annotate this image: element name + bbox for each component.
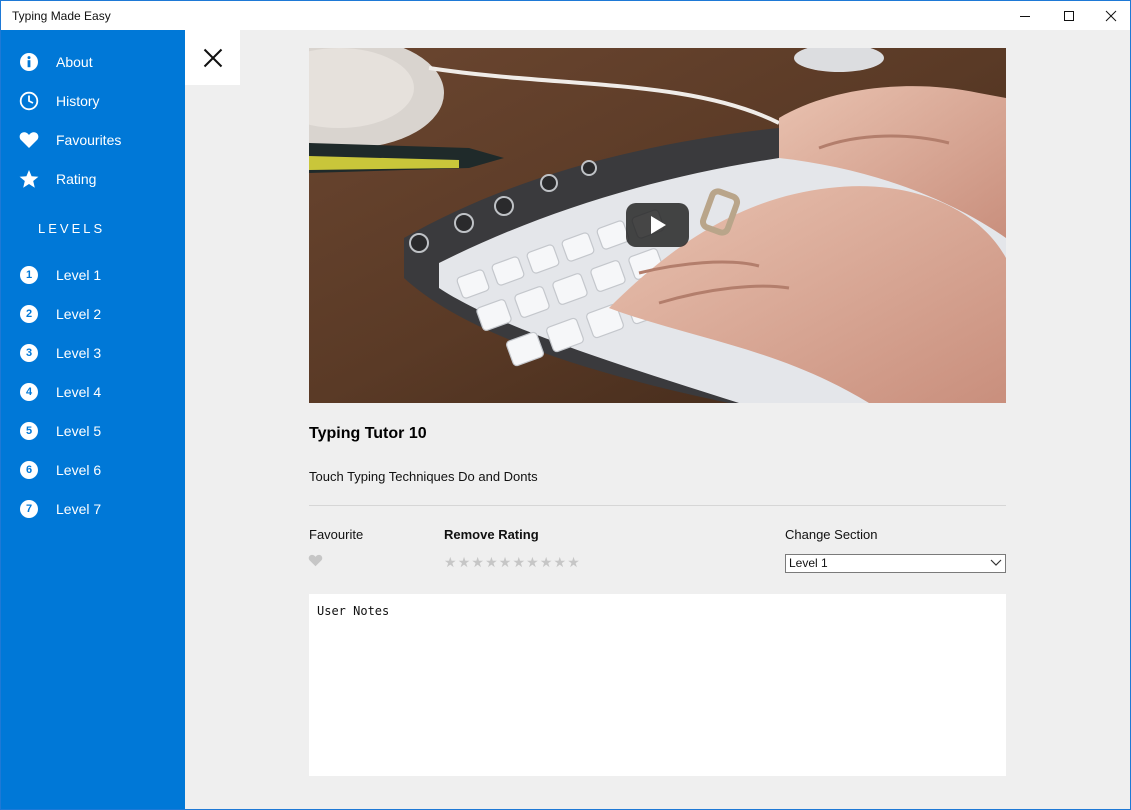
rating-star-icon[interactable]: ★ (554, 554, 568, 570)
rating-star-icon[interactable]: ★ (512, 554, 526, 570)
minimize-icon (1020, 16, 1030, 17)
heart-icon (308, 554, 323, 567)
sidebar-item-level-2[interactable]: 2 Level 2 (1, 297, 185, 331)
rating-star-icon[interactable]: ★ (526, 554, 540, 570)
sidebar-item-label: Level 6 (56, 462, 102, 478)
rating-star-icon[interactable]: ★ (471, 554, 485, 570)
info-icon (18, 51, 40, 73)
section-select[interactable]: Level 1 (785, 554, 1006, 573)
favourite-toggle[interactable] (308, 554, 323, 572)
number-2-icon: 2 (18, 303, 40, 325)
sidebar-item-label: History (56, 93, 100, 109)
sidebar-item-level-1[interactable]: 1 Level 1 (1, 258, 185, 292)
close-detail-button[interactable] (185, 30, 240, 85)
rating-star-icon[interactable]: ★ (444, 554, 458, 570)
rating-star-icon[interactable]: ★ (540, 554, 554, 570)
star-icon (18, 168, 40, 190)
number-1-icon: 1 (18, 264, 40, 286)
number-6-icon: 6 (18, 459, 40, 481)
play-button[interactable] (626, 203, 689, 247)
sidebar-item-level-5[interactable]: 5 Level 5 (1, 414, 185, 448)
close-icon (1105, 10, 1117, 22)
sidebar-item-level-7[interactable]: 7 Level 7 (1, 492, 185, 526)
sidebar-item-level-3[interactable]: 3 Level 3 (1, 336, 185, 370)
divider (309, 505, 1006, 506)
close-icon (203, 48, 222, 67)
number-7-icon: 7 (18, 498, 40, 520)
change-section-label: Change Section (785, 527, 878, 542)
sidebar-item-label: Level 4 (56, 384, 102, 400)
sidebar-item-label: Level 3 (56, 345, 102, 361)
sidebar-item-favourites[interactable]: Favourites (1, 123, 185, 157)
rating-star-icon[interactable]: ★ (567, 554, 581, 570)
levels-heading: LEVELS (38, 221, 106, 236)
remove-rating-button[interactable]: Remove Rating (444, 527, 539, 542)
sidebar-item-label: Rating (56, 171, 97, 187)
number-3-icon: 3 (18, 342, 40, 364)
rating-star-icon[interactable]: ★ (458, 554, 472, 570)
sidebar-item-level-4[interactable]: 4 Level 4 (1, 375, 185, 409)
sidebar-item-history[interactable]: History (1, 84, 185, 118)
number-5-icon: 5 (18, 420, 40, 442)
rating-star-icon[interactable]: ★ (485, 554, 499, 570)
section-select-value: Level 1 (789, 556, 828, 570)
sidebar-item-label: Level 5 (56, 423, 102, 439)
video-title: Typing Tutor 10 (309, 425, 427, 442)
user-notes-placeholder: User Notes (317, 604, 390, 618)
sidebar-item-level-6[interactable]: 6 Level 6 (1, 453, 185, 487)
sidebar-item-label: Level 7 (56, 501, 102, 517)
video-player[interactable] (309, 48, 1006, 403)
rating-star-icon[interactable]: ★ (499, 554, 513, 570)
sidebar-item-label: Level 2 (56, 306, 102, 322)
sidebar-item-label: About (56, 54, 93, 70)
clock-icon (18, 90, 40, 112)
play-icon (650, 216, 666, 234)
chevron-down-icon (990, 559, 1002, 566)
maximize-button[interactable] (1047, 1, 1091, 31)
heart-icon (18, 129, 40, 151)
number-4-icon: 4 (18, 381, 40, 403)
rating-stars: ★ ★ ★ ★ ★ ★ ★ ★ ★ ★ (444, 554, 581, 570)
sidebar-item-rating[interactable]: Rating (1, 162, 185, 196)
video-description: Touch Typing Techniques Do and Donts (309, 469, 538, 484)
sidebar-item-about[interactable]: About (1, 45, 185, 79)
minimize-button[interactable] (1003, 1, 1047, 31)
window-close-button[interactable] (1089, 1, 1131, 31)
sidebar: About History Favourites Rating LEVELS 1… (1, 30, 185, 809)
user-notes-input[interactable]: User Notes (309, 594, 1006, 776)
title-bar: Typing Made Easy (0, 0, 1131, 30)
maximize-icon (1064, 11, 1074, 21)
sidebar-item-label: Favourites (56, 132, 122, 148)
sidebar-item-label: Level 1 (56, 267, 102, 283)
favourite-label: Favourite (309, 527, 364, 542)
app-title: Typing Made Easy (12, 9, 111, 23)
